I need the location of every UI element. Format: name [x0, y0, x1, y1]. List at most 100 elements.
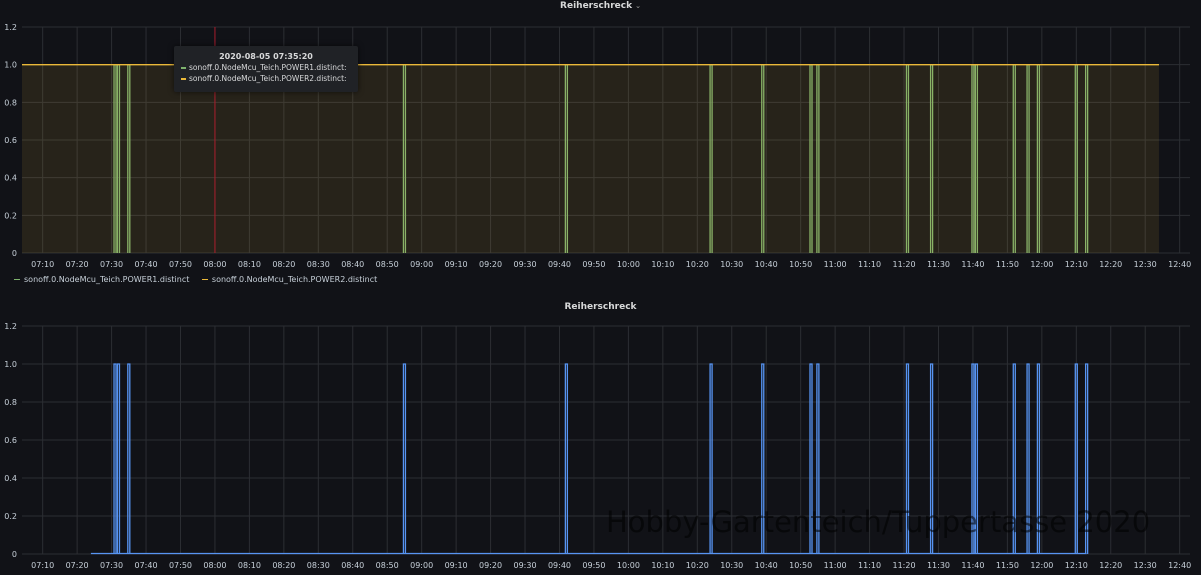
tooltip-label: sonoff.0.NodeMcu_Teich.POWER1.distinct: [189, 63, 347, 72]
x-tick-label: 09:00 [410, 260, 433, 269]
x-tick-label: 07:20 [66, 561, 89, 570]
x-tick-label: 12:10 [1065, 561, 1088, 570]
x-tick-label: 07:40 [135, 260, 158, 269]
tooltip-swatch [181, 67, 186, 69]
x-tick-label: 07:10 [31, 260, 54, 269]
x-tick-label: 07:30 [100, 561, 123, 570]
x-tick-label: 11:30 [927, 260, 950, 269]
x-tick-label: 10:30 [720, 561, 743, 570]
series-pulse [116, 363, 121, 554]
chart-top[interactable]: 0 0.2 0.4 0.6 0.8 1.0 1.2 07:10 07:20 07:30 07:40 0… [0, 0, 1201, 296]
x-tick-label: 11:10 [858, 561, 881, 570]
panel-title-top[interactable]: Reiherschreck ⌄ [0, 1, 1201, 11]
x-tick-label: 10:00 [617, 561, 640, 570]
legend-item-power2[interactable]: sonoff.0.NodeMcu_Teich.POWER2.distinct [201, 275, 377, 284]
x-tick-label: 07:20 [66, 260, 89, 269]
panel-reiherschreck-top: 0 0.2 0.4 0.6 0.8 1.0 1.2 07:10 07:20 07:30 07:40 0… [0, 0, 1201, 296]
y-tick-label: 0 [12, 249, 17, 258]
x-tick-label: 11:50 [996, 260, 1019, 269]
x-tick-label: 10:50 [789, 260, 812, 269]
x-tick-label: 09:10 [445, 260, 468, 269]
legend-item-power1[interactable]: sonoff.0.NodeMcu_Teich.POWER1.distinct [14, 275, 189, 284]
x-tick-label: 09:20 [479, 561, 502, 570]
tooltip-row-power2: sonoff.0.NodeMcu_Teich.POWER2.distinct: [181, 74, 358, 83]
series-area-fill [22, 64, 1159, 254]
x-tick-label: 10:10 [651, 260, 674, 269]
tooltip-swatch [181, 78, 186, 80]
x-tick-label: 12:20 [1099, 260, 1122, 269]
y-tick-label: 0.8 [4, 398, 17, 407]
x-tick-label: 08:40 [341, 561, 364, 570]
x-tick-label: 07:30 [100, 260, 123, 269]
x-tick-label: 11:50 [996, 561, 1019, 570]
series-pulse [113, 363, 117, 554]
series-pulse [564, 363, 569, 554]
x-tick-label: 08:40 [341, 260, 364, 269]
x-tick-label: 08:30 [307, 260, 330, 269]
y-tick-label: 0.2 [4, 512, 17, 521]
legend-swatch-power1 [14, 279, 20, 280]
x-tick-label: 08:30 [307, 561, 330, 570]
x-tick-label: 10:50 [789, 561, 812, 570]
x-tick-label: 10:40 [755, 561, 778, 570]
x-tick-label: 11:00 [824, 260, 847, 269]
x-tick-label: 12:20 [1099, 561, 1122, 570]
x-tick-label: 09:10 [445, 561, 468, 570]
x-tick-label: 11:10 [858, 260, 881, 269]
legend-label-power2[interactable]: sonoff.0.NodeMcu_Teich.POWER2.distinct [212, 275, 377, 284]
x-tick-label: 12:30 [1134, 561, 1157, 570]
x-tick-label: 10:10 [651, 561, 674, 570]
y-tick-label: 0.6 [4, 136, 17, 145]
panel-title-bottom[interactable]: Reiherschreck [0, 302, 1201, 312]
legend: sonoff.0.NodeMcu_Teich.POWER1.distinct s… [14, 275, 387, 284]
x-tick-label: 11:40 [961, 260, 984, 269]
x-tick-label: 08:00 [203, 260, 226, 269]
x-tick-label: 10:40 [755, 260, 778, 269]
y-tick-label: 1.0 [4, 360, 17, 369]
x-tick-label: 10:00 [617, 260, 640, 269]
y-tick-label: 0.4 [4, 174, 17, 183]
x-tick-label: 07:50 [169, 561, 192, 570]
y-tick-label: 1.2 [4, 23, 17, 32]
x-tick-label: 09:20 [479, 260, 502, 269]
x-tick-label: 07:50 [169, 260, 192, 269]
x-tick-label: 10:20 [686, 561, 709, 570]
x-tick-label: 08:20 [272, 260, 295, 269]
x-tick-label: 10:20 [686, 260, 709, 269]
y-tick-label: 0.6 [4, 436, 17, 445]
y-tick-label: 1.2 [4, 322, 17, 331]
watermark: Hobby-Gartenteich/Tuppertasse 2020 [606, 505, 1151, 539]
panel-title-text[interactable]: Reiherschreck [564, 302, 636, 312]
y-tick-label: 1.0 [4, 61, 17, 70]
tooltip-row-power1: sonoff.0.NodeMcu_Teich.POWER1.distinct: [181, 63, 358, 72]
panel-title-text[interactable]: Reiherschreck [560, 1, 632, 11]
y-tick-label: 0.8 [4, 98, 17, 107]
tooltip-time: 2020-08-05 07:35:20 [219, 52, 313, 61]
x-tick-label: 08:00 [203, 561, 226, 570]
legend-label-power1[interactable]: sonoff.0.NodeMcu_Teich.POWER1.distinct [24, 275, 189, 284]
x-tick-label: 12:10 [1065, 260, 1088, 269]
series-pulse [127, 363, 131, 554]
x-tick-label: 11:40 [961, 561, 984, 570]
x-tick-label: 08:50 [376, 260, 399, 269]
x-tick-label: 11:00 [824, 561, 847, 570]
x-tick-label: 11:20 [892, 561, 915, 570]
x-tick-label: 12:00 [1030, 561, 1053, 570]
x-tick-label: 09:50 [582, 561, 605, 570]
x-tick-label: 08:10 [238, 260, 261, 269]
x-tick-label: 12:40 [1168, 561, 1191, 570]
x-tick-label: 08:20 [272, 561, 295, 570]
x-tick-label: 07:40 [135, 561, 158, 570]
x-tick-label: 09:00 [410, 561, 433, 570]
legend-swatch-power2 [201, 279, 208, 280]
x-tick-label: 08:10 [238, 561, 261, 570]
y-tick-label: 0.4 [4, 474, 17, 483]
series-pulse [402, 363, 407, 554]
x-tick-label: 09:30 [514, 561, 537, 570]
x-tick-label: 07:10 [31, 561, 54, 570]
chevron-down-icon[interactable]: ⌄ [635, 2, 641, 10]
x-tick-label: 09:40 [548, 561, 571, 570]
x-tick-label: 12:30 [1134, 260, 1157, 269]
y-tick-label: 0 [12, 550, 17, 559]
hover-tooltip: 2020-08-05 07:35:20 sonoff.0.NodeMcu_Tei… [174, 46, 358, 92]
